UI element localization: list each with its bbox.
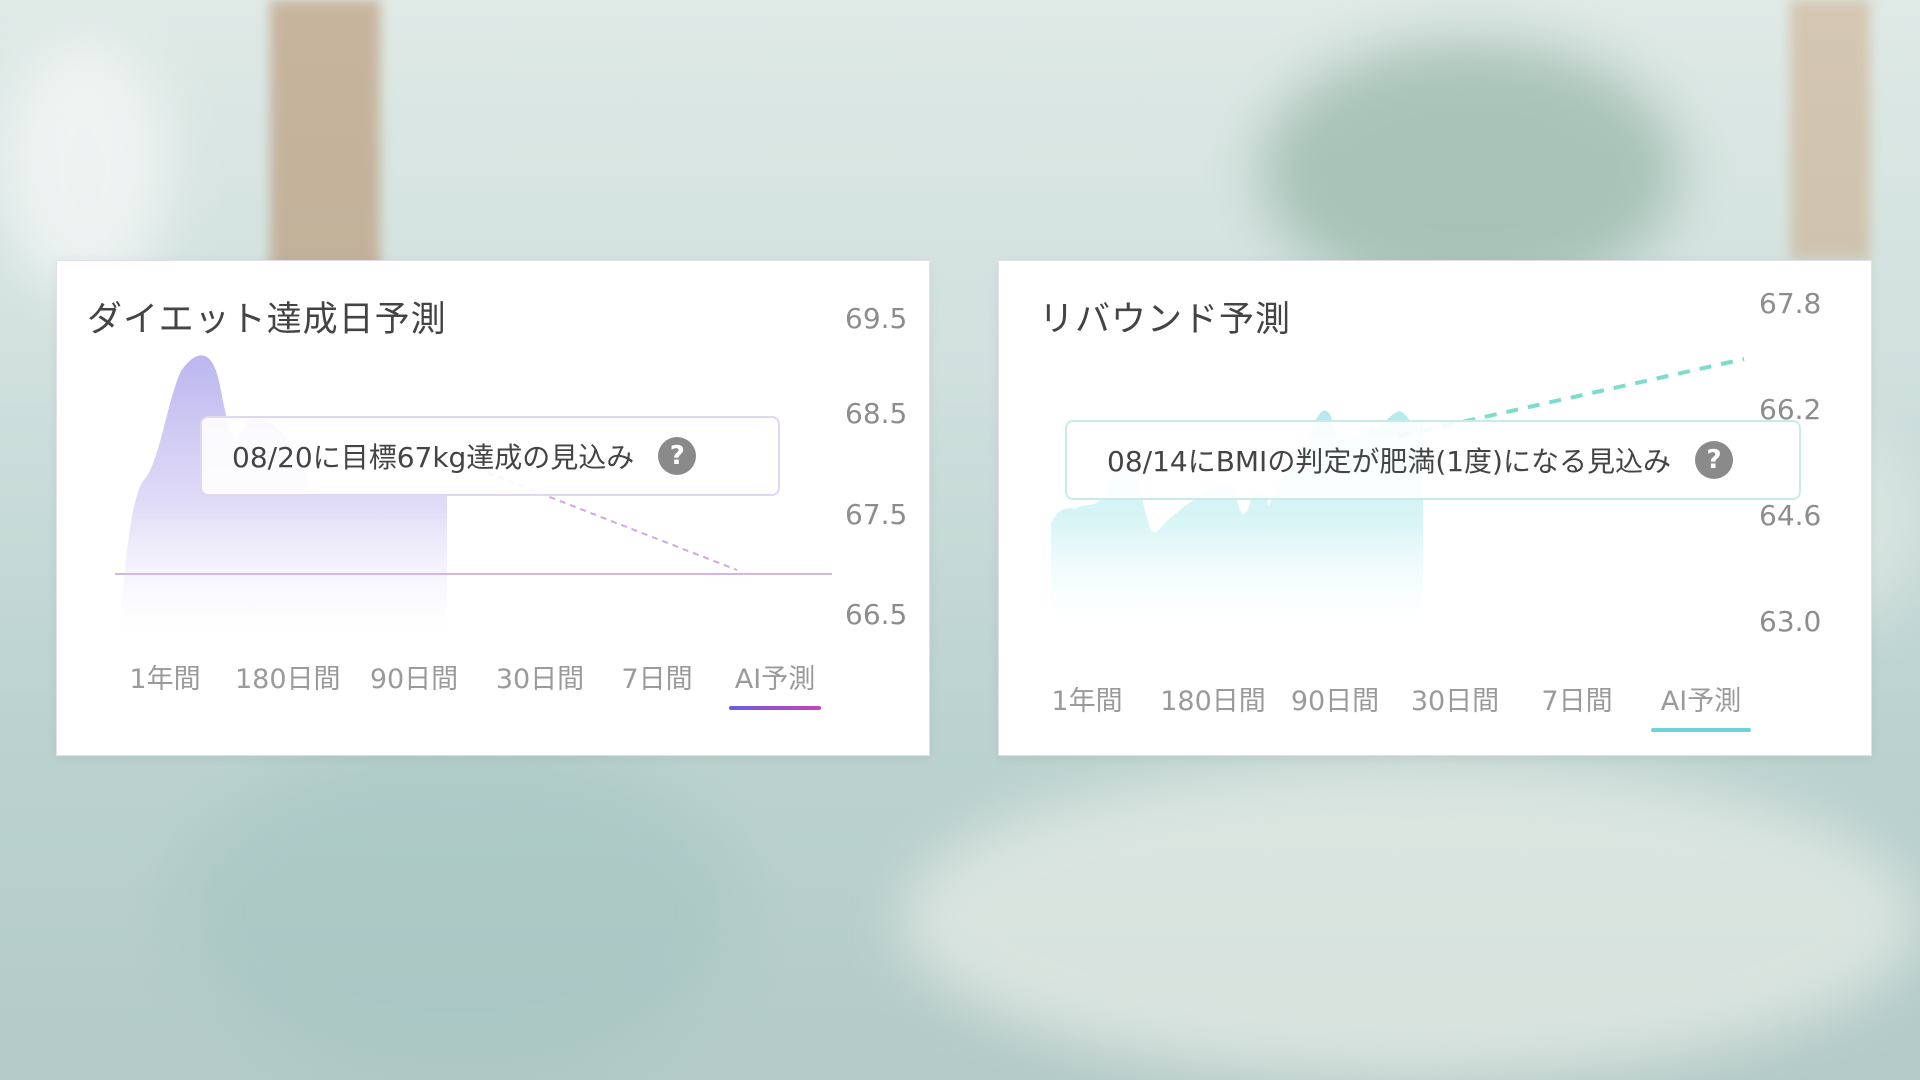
tab-ai-prediction[interactable]: AI予測 [1651,679,1751,732]
help-icon[interactable]: ? [658,437,697,475]
tab-180-days[interactable]: 180日間 [1159,679,1267,718]
y-tick: 68.5 [845,397,907,430]
tab-90-days[interactable]: 90日間 [369,657,459,696]
achievement-callout: 08/20に目標67kg達成の見込み ? [200,416,780,496]
tab-30-days[interactable]: 30日間 [1409,679,1501,718]
bmi-callout: 08/14にBMIの判定が肥満(1度)になる見込み ? [1065,420,1801,500]
y-tick: 66.5 [845,598,907,631]
y-tick: 69.5 [845,302,907,335]
y-tick: 64.6 [1759,499,1821,532]
callout-text: 08/14にBMIの判定が肥満(1度)になる見込み [1107,445,1671,478]
period-tabs: 1年間 180日間 90日間 30日間 7日間 AI予測 [1049,679,1751,732]
period-tabs: 1年間 180日間 90日間 30日間 7日間 AI予測 [127,657,821,710]
tab-1-year[interactable]: 1年間 [1049,679,1125,718]
tab-180-days[interactable]: 180日間 [235,657,341,696]
rebound-prediction-card: リバウンド予測 67.8 66.2 64.6 63.0 08/14にBMIの判定… [998,260,1872,756]
tab-7-days[interactable]: 7日間 [619,657,695,696]
tab-90-days[interactable]: 90日間 [1289,679,1381,718]
tab-1-year[interactable]: 1年間 [127,657,203,696]
y-tick: 63.0 [1759,605,1821,638]
y-tick: 67.5 [845,498,907,531]
help-icon[interactable]: ? [1694,441,1733,479]
tab-30-days[interactable]: 30日間 [495,657,585,696]
diet-prediction-card: ダイエット達成日予測 69.5 68.5 67.5 66.5 08/20に目標6… [56,260,930,756]
y-tick: 67.8 [1759,287,1821,320]
tab-7-days[interactable]: 7日間 [1539,679,1615,718]
tab-ai-prediction[interactable]: AI予測 [729,657,821,710]
callout-text: 08/20に目標67kg達成の見込み [232,441,635,474]
